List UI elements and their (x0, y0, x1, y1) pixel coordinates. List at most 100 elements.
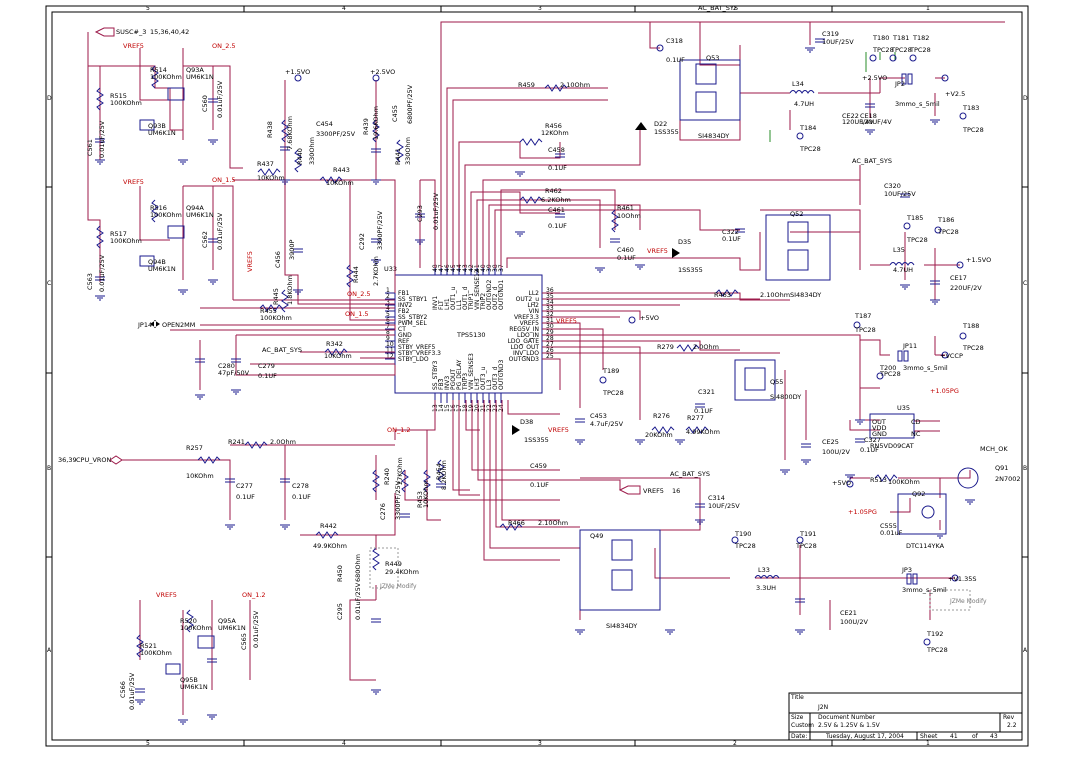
label-c453: C453 (590, 412, 607, 420)
label-r276v: 20KOhm (645, 431, 673, 439)
label-t183: T183 (962, 104, 979, 112)
ground-icon (178, 719, 188, 725)
mosfet-q53 (679, 59, 741, 121)
label-r257: R257 (186, 444, 203, 452)
label-c295: C295 (336, 603, 344, 620)
net-acbat3: AC_BAT_SYS (852, 157, 892, 165)
l35-coil (889, 262, 915, 266)
border-row-b: B (47, 465, 51, 472)
ground-icon (280, 524, 290, 530)
net-on12-ic: ON_1.2 (387, 426, 411, 434)
label-c454: C454 (316, 120, 333, 128)
label-q52v: SI4834DY (790, 291, 821, 299)
capacitor-icon (371, 618, 381, 623)
label-q55v: SI4800DY (770, 393, 801, 401)
label-r453v: 10KOhm (422, 480, 430, 508)
label-q49: Q49 (590, 532, 603, 540)
label-r440: R440 (296, 148, 304, 165)
label-c563v: 0.01uF/25V (98, 254, 106, 292)
label-r515v: 100KOhm (110, 99, 142, 107)
label-c560: C560 (201, 95, 209, 112)
label-c460: C460 (617, 246, 634, 254)
label-ce17: CE17 (950, 274, 967, 282)
label-c276: C276 (379, 503, 387, 520)
net-cpu-vron: CPU_VRON (76, 456, 112, 464)
label-r454v: 8.2KOhm (440, 460, 448, 490)
label-t188: T188 (962, 322, 979, 330)
border-col-3b: 3 (538, 740, 542, 747)
net-on15: ON_1.5 (212, 176, 236, 184)
label-c295v: 0.01uF/25V (354, 582, 362, 620)
label-t188v: TPC28 (962, 344, 984, 352)
label-c453v: 4.7uF/25V (590, 420, 624, 428)
border-row-d-r: D (1023, 95, 1028, 102)
label-d35: D35 (678, 238, 691, 246)
net-p25vo-b: +2.5VO (862, 74, 887, 82)
jp11-body (897, 350, 903, 362)
label-jp14v: OPEN2MM (162, 321, 195, 329)
size-label: Size (791, 714, 804, 721)
label-c461v: 0.1UF (548, 222, 567, 230)
label-r462: R462 (545, 187, 562, 195)
ground-icon (135, 699, 145, 705)
label-jp2v: 3mmo_s_5mil (895, 100, 940, 108)
label-t181v: TPC28 (890, 46, 912, 54)
border-col-4b: 4 (342, 740, 346, 747)
label-c322v: 0.1UF (722, 235, 741, 243)
label-l35v: 4.7UH (893, 266, 913, 274)
ground-icon (208, 279, 218, 285)
net-vref5-g: VREF5 (643, 487, 664, 495)
label-t200v: TPC28 (879, 370, 901, 378)
net-p5vo-a: +5VO (640, 314, 659, 322)
component-labels: R514100KOhmQ93AUM6K1NR515100KOhmQ93BUM6K… (86, 30, 1021, 710)
ic-bottom-pins: SS_STBY313FB314INV315PGOUT16PG_DELAY17TR… (432, 353, 505, 412)
label-l34v: 4.7UH (794, 100, 814, 108)
ground-icon (675, 439, 685, 445)
net-on15-ic: ON_1.5 (345, 310, 369, 318)
label-c327: C327 (864, 436, 881, 444)
net-vref5-d: VREF5 (246, 251, 254, 272)
net-p15vo-b: +1.5VO (966, 256, 991, 264)
label-ce25v: 100U/2V (822, 448, 850, 456)
label-c277: C277 (236, 482, 253, 490)
label-t187v: TPC28 (854, 326, 876, 334)
ground-icon (965, 499, 975, 505)
capacitor-icon (135, 688, 145, 693)
ic-top-pins: INV148FLT47LH146OUT1_u45LL144OUT1_d43TRI… (432, 264, 505, 311)
label-t180: T180 (872, 34, 889, 42)
label-q95bv: UM6K1N (180, 683, 208, 691)
d38-body (512, 425, 520, 435)
border-col-2b: 2 (733, 740, 737, 747)
label-d22v: 1SS355 (654, 128, 679, 136)
ic-right-pin-name: OUTGND3 (509, 356, 540, 363)
border-col-5b: 5 (146, 740, 150, 747)
ground-icon (371, 689, 381, 695)
label-t186: T186 (937, 216, 954, 224)
resistor-icon (519, 138, 543, 146)
border-col-5: 5 (146, 5, 150, 12)
label-l33v: 3.3UH (756, 584, 776, 592)
size-value: Custom (791, 722, 814, 729)
l34-coil (789, 90, 815, 94)
ic-bottom-pin-name: OUTGND3 (498, 359, 505, 390)
label-r442v: 49.9KOhm (313, 542, 347, 550)
label-ce25: CE25 (822, 438, 839, 446)
label-c314: C314 (708, 494, 725, 502)
label-jp14: JP14 (137, 321, 152, 329)
label-c280v: 47pF/50V (218, 369, 250, 377)
label-r439v: 19.6KOhm (372, 106, 380, 140)
total-value: 43 (990, 733, 998, 740)
label-q91: Q91 (995, 464, 1008, 472)
label-c461: C461 (548, 206, 565, 214)
net-on25-ic: ON_2.5 (347, 290, 371, 298)
label-l34: L34 (792, 80, 804, 88)
label-t183v: TPC28 (962, 126, 984, 134)
label-q91v: 2N7002 (995, 475, 1021, 483)
label-c320v: 10UF/25V (884, 190, 916, 198)
label-r455v: 100KOhm (260, 314, 292, 322)
label-r438: R438 (266, 121, 274, 138)
label-r276: R276 (653, 412, 670, 420)
resistor-icon (372, 547, 380, 571)
label-r441v: 330Ohm (404, 137, 412, 165)
ground-icon (231, 389, 241, 395)
